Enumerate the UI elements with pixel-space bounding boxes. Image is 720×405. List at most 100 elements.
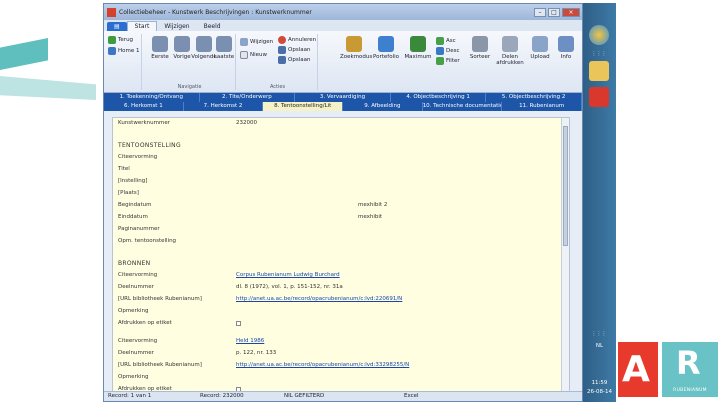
app-taskbar-icon[interactable] xyxy=(589,87,609,107)
tab-beeld[interactable]: Beeld xyxy=(197,22,228,31)
previous-label: Vorige xyxy=(173,54,191,60)
save-label: Opslaan xyxy=(288,47,311,53)
save-close-label: Opslaan xyxy=(288,57,311,63)
back-button[interactable]: Terug xyxy=(108,36,133,44)
ribbon-group-home: Terug Home 1 xyxy=(106,34,142,90)
upload-button[interactable]: Upload xyxy=(526,36,554,60)
record-tab-1[interactable]: 1. Toekenning/Ontvang xyxy=(104,93,200,102)
maximum-icon xyxy=(410,36,426,52)
city-logo-glyph: A xyxy=(622,349,650,390)
back-arrow-icon xyxy=(108,36,116,44)
decorative-shape-light xyxy=(0,76,96,100)
save-icon xyxy=(278,46,286,54)
field-link[interactable]: http://anet.ua.ac.be/record/opacrubenian… xyxy=(236,296,402,302)
app-window: Collectiebeheer - Kunstwerk Beschrijving… xyxy=(103,3,583,402)
field-bron2-deelnummer: Deelnummer p. 122, nr. 133 xyxy=(118,350,555,361)
field-link[interactable]: Held 1986 xyxy=(236,338,264,344)
cancel-button[interactable]: Annuleren xyxy=(278,36,316,44)
field-label: [Instelling] xyxy=(118,178,148,184)
field-bron2-citeervorming: Citeervorming Held 1986 xyxy=(118,338,555,349)
tab-wijzigen[interactable]: Wijzigen xyxy=(157,22,196,31)
rubenianum-logo-text: RUBENIANUM xyxy=(673,388,707,393)
ribbon-group-navigation: Eerste Vorige Volgende Laatste Navigatie xyxy=(144,34,236,90)
save-close-button[interactable]: Opslaan xyxy=(278,56,310,64)
field-link[interactable]: Corpus Rubenianum Ludwig Burchard xyxy=(236,272,340,278)
field-label: Titel xyxy=(118,166,130,172)
section-heading-tentoonstelling: TENTOONSTELLING xyxy=(118,142,181,149)
last-label: Laatste xyxy=(213,54,235,60)
field-label: [URL bibliotheek Rubenianum] xyxy=(118,362,202,368)
home-button[interactable]: Home 1 xyxy=(108,47,140,55)
last-button[interactable]: Laatste xyxy=(210,36,238,60)
maximum-button[interactable]: Maximum xyxy=(404,36,432,60)
language-indicator[interactable]: NL xyxy=(583,343,616,349)
rubenianum-logo: R RUBENIANUM xyxy=(662,342,718,397)
cancel-label: Annuleren xyxy=(288,37,317,43)
filter-label: Filter xyxy=(446,58,460,64)
record-tab-6[interactable]: 6. Herkomst 1 xyxy=(104,102,184,111)
record-tab-4[interactable]: 4. Objectbeschrijving 1 xyxy=(391,93,487,102)
search-mode-button[interactable]: Zoekmodus xyxy=(340,36,372,60)
record-tab-9[interactable]: 9. Afbeelding xyxy=(343,102,423,111)
sort-ascending-button[interactable]: Asc xyxy=(436,37,456,45)
close-button[interactable]: × xyxy=(562,7,580,17)
field-label: Einddatum xyxy=(118,214,148,220)
field-tentoon-paginanummer: Paginanummer xyxy=(118,226,555,237)
record-tab-11[interactable]: 11. Rubenianum xyxy=(502,102,582,111)
sorteer-icon xyxy=(472,36,488,52)
first-label: Eerste xyxy=(151,54,169,60)
print-label-checkbox[interactable] xyxy=(236,321,241,326)
save-button[interactable]: Opslaan xyxy=(278,46,310,54)
sort-ascending-label: Asc xyxy=(446,38,456,44)
field-link[interactable]: http://anet.ua.ac.be/record/opacrubenian… xyxy=(236,362,409,368)
field-label: Begindatum xyxy=(118,202,152,208)
portfolio-button[interactable]: Portefolio xyxy=(372,36,400,60)
field-extra: mexhibit xyxy=(358,214,383,220)
record-tab-10[interactable]: 10. Technische documentatie xyxy=(423,102,503,111)
record-tab-2[interactable]: 2. Tite/Onderwerp xyxy=(200,93,296,102)
record-tab-7[interactable]: 7. Herkomst 2 xyxy=(184,102,264,111)
vertical-scrollbar[interactable] xyxy=(561,118,569,392)
field-label: Deelnummer xyxy=(118,350,154,356)
print-button[interactable]: Delen afdrukken xyxy=(496,36,524,66)
slide: Collectiebeheer - Kunstwerk Beschrijving… xyxy=(0,0,720,405)
record-tab-8[interactable]: 8. Tentoonstelling/Lit xyxy=(263,102,344,111)
file-tab[interactable]: ▤ xyxy=(107,22,127,31)
new-button[interactable]: Nieuw xyxy=(240,51,267,59)
tab-start[interactable]: Start xyxy=(126,21,158,31)
field-value[interactable]: p. 122, nr. 133 xyxy=(236,350,276,356)
maximize-button[interactable]: □ xyxy=(548,7,560,17)
field-bron1-deelnummer: Deelnummer dl. 8 (1972), vol. 1, p. 151-… xyxy=(118,284,555,295)
info-icon xyxy=(558,36,574,52)
info-button[interactable]: Info xyxy=(552,36,580,60)
filter-button[interactable]: Filter xyxy=(436,57,460,65)
record-tab-5[interactable]: 5. Objectbeschrijving 2 xyxy=(486,93,582,102)
folder-icon[interactable] xyxy=(589,61,609,81)
field-tentoon-titel: Titel xyxy=(118,166,555,177)
field-label: Paginanummer xyxy=(118,226,160,232)
sort-descending-button[interactable]: Desc xyxy=(436,47,460,55)
sort-ascending-icon xyxy=(436,37,444,45)
sort-descending-label: Desc xyxy=(446,48,460,54)
edit-icon xyxy=(240,38,248,46)
field-label: Kunstwerknummer xyxy=(118,120,170,126)
minimize-button[interactable]: – xyxy=(534,7,546,17)
sorteer-button[interactable]: Sorteer xyxy=(466,36,494,60)
start-orb-icon[interactable] xyxy=(589,25,609,45)
field-bron1-citeervorming: Citeervorming Corpus Rubenianum Ludwig B… xyxy=(118,272,555,283)
field-label: Citeervorming xyxy=(118,272,158,278)
field-value[interactable]: dl. 8 (1972), vol. 1, p. 151-152, nr. 31… xyxy=(236,284,343,290)
field-label: Opmerking xyxy=(118,374,149,380)
taskbar-dots: ⋮⋮⋮ xyxy=(591,51,607,57)
record-tab-3[interactable]: 3. Vervaardiging xyxy=(295,93,391,102)
edit-button[interactable]: Wijzigen xyxy=(240,38,273,46)
maximum-label: Maximum xyxy=(404,54,432,60)
status-bar: Record: 1 van 1 Record: 232000 NIL GEFIL… xyxy=(104,391,582,401)
ribbon: Terug Home 1 Eerste Vorige Volgende Laat… xyxy=(104,31,582,93)
taskbar-dots-lower: ⋮⋮⋮ xyxy=(591,331,607,337)
field-tentoon-instelling: [Instelling] xyxy=(118,178,555,189)
scrollbar-thumb[interactable] xyxy=(563,126,568,246)
field-bron2-opmerking: Opmerking xyxy=(118,374,555,385)
field-value[interactable]: 232000 xyxy=(236,120,257,126)
record-navigator[interactable]: Record: 1 van 1 xyxy=(108,393,151,399)
